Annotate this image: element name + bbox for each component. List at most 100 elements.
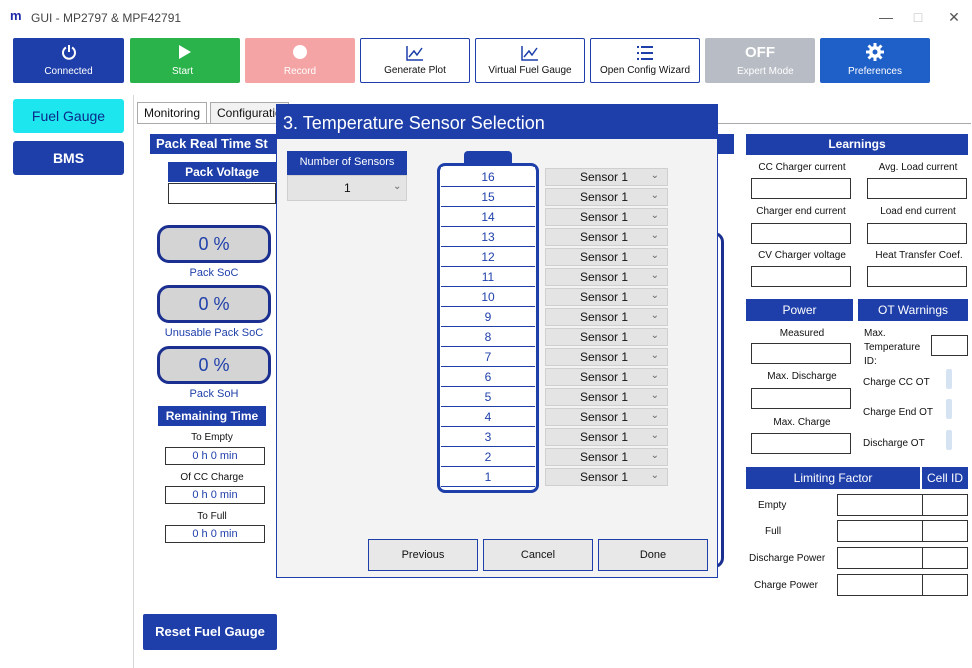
charge-power-label: Charge Power <box>754 580 818 591</box>
charger-end-current-label: Charger end current <box>756 206 846 217</box>
open-config-wizard-label: Open Config Wizard <box>599 65 691 76</box>
cell-id-header: Cell ID <box>922 467 968 489</box>
max-temp-label-2: Temperature <box>864 342 921 353</box>
max-discharge-field <box>751 388 851 409</box>
sensor-select[interactable]: Sensor 1 ⌄ <box>545 408 668 426</box>
expert-mode-toggle[interactable]: OFF Expert Mode <box>705 38 815 83</box>
chevron-down-icon: ⌄ <box>650 330 659 341</box>
virtual-fuel-gauge-button[interactable]: Virtual Fuel Gauge <box>475 38 585 83</box>
sidebar-item-fuel-gauge[interactable]: Fuel Gauge <box>13 99 124 133</box>
start-button[interactable]: Start <box>130 38 240 83</box>
warning-icon <box>946 399 952 419</box>
max-discharge-label: Max. Discharge <box>767 371 837 382</box>
sensor-row-label: 12 <box>441 247 535 267</box>
sensor-select[interactable]: Sensor 1 ⌄ <box>545 388 668 406</box>
charge-power-factor-field <box>837 574 923 596</box>
preferences-label: Preferences <box>848 66 902 77</box>
list-icon <box>591 44 699 62</box>
charger-end-current-field <box>751 223 851 244</box>
chevron-down-icon: ⌄ <box>650 450 659 461</box>
measured-field <box>751 343 851 364</box>
discharge-power-factor-field <box>837 547 923 569</box>
pack-soh-value: 0 % <box>157 346 271 384</box>
warning-icon <box>946 369 952 389</box>
sensor-select[interactable]: Sensor 1 ⌄ <box>545 428 668 446</box>
sensor-select[interactable]: Sensor 1 ⌄ <box>545 188 668 206</box>
sensor-select[interactable]: Sensor 1 ⌄ <box>545 268 668 286</box>
chevron-down-icon: ⌄ <box>650 430 659 441</box>
sensor-select-value: Sensor 1 <box>580 410 629 424</box>
sensor-select[interactable]: Sensor 1 ⌄ <box>545 328 668 346</box>
sensor-select-value: Sensor 1 <box>580 450 629 464</box>
chevron-down-icon: ⌄ <box>650 250 659 261</box>
sensor-select-value: Sensor 1 <box>580 350 629 364</box>
done-button[interactable]: Done <box>598 539 708 571</box>
cv-charger-voltage-field <box>751 266 851 287</box>
max-charge-field <box>751 433 851 454</box>
power-header: Power <box>746 299 853 321</box>
sensor-select[interactable]: Sensor 1 ⌄ <box>545 468 668 486</box>
of-cc-charge-label: Of CC Charge <box>180 472 244 483</box>
sensor-select-value: Sensor 1 <box>580 170 629 184</box>
sensor-select[interactable]: Sensor 1 ⌄ <box>545 208 668 226</box>
unusable-soc-label: Unusable Pack SoC <box>164 327 264 339</box>
chart-icon <box>361 44 469 62</box>
sensor-select[interactable]: Sensor 1 ⌄ <box>545 308 668 326</box>
generate-plot-button[interactable]: Generate Plot <box>360 38 470 83</box>
preferences-button[interactable]: Preferences <box>820 38 930 83</box>
sensor-row-label: 2 <box>441 447 535 467</box>
ot-warnings-header: OT Warnings <box>858 299 968 321</box>
heat-transfer-field <box>867 266 967 287</box>
sensor-select[interactable]: Sensor 1 ⌄ <box>545 368 668 386</box>
cv-charger-voltage-label: CV Charger voltage <box>758 250 846 261</box>
play-icon <box>130 43 240 61</box>
chart-icon <box>476 44 584 62</box>
sensor-row-label: 9 <box>441 307 535 327</box>
sensor-select[interactable]: Sensor 1 ⌄ <box>545 248 668 266</box>
power-icon <box>13 43 124 61</box>
pack-voltage-field <box>168 183 276 204</box>
cancel-button[interactable]: Cancel <box>483 539 593 571</box>
number-of-sensors-select[interactable]: 1 ⌄ <box>287 175 407 201</box>
tab-monitoring[interactable]: Monitoring <box>137 102 208 124</box>
sensor-select[interactable]: Sensor 1 ⌄ <box>545 288 668 306</box>
empty-label: Empty <box>758 500 787 511</box>
limiting-factor-header: Limiting Factor <box>746 467 920 489</box>
sensor-select[interactable]: Sensor 1 ⌄ <box>545 168 668 186</box>
chevron-down-icon: ⌄ <box>650 210 659 221</box>
maximize-button[interactable]: □ <box>904 6 932 28</box>
temperature-sensor-dialog: 3. Temperature Sensor Selection Number o… <box>276 104 718 578</box>
record-button[interactable]: Record <box>245 38 355 83</box>
load-end-current-field <box>867 223 967 244</box>
charge-power-cell-field <box>922 574 968 596</box>
sensor-select-value: Sensor 1 <box>580 330 629 344</box>
sensor-select[interactable]: Sensor 1 ⌄ <box>545 348 668 366</box>
chevron-down-icon: ⌄ <box>650 270 659 281</box>
open-config-wizard-button[interactable]: Open Config Wizard <box>590 38 700 83</box>
previous-button[interactable]: Previous <box>368 539 478 571</box>
record-label: Record <box>283 66 317 77</box>
sensor-select[interactable]: Sensor 1 ⌄ <box>545 448 668 466</box>
load-end-current-label: Load end current <box>880 206 956 217</box>
sidebar-item-bms[interactable]: BMS <box>13 141 124 175</box>
sensor-select-value: Sensor 1 <box>580 270 629 284</box>
chevron-down-icon: ⌄ <box>650 290 659 301</box>
chevron-down-icon: ⌄ <box>650 230 659 241</box>
empty-cell-field <box>922 494 968 516</box>
sensor-select-value: Sensor 1 <box>580 310 629 324</box>
pack-real-time-header: Pack Real Time St <box>150 134 276 154</box>
discharge-ot-label: Discharge OT <box>863 438 925 449</box>
minimize-button[interactable]: — <box>872 6 900 28</box>
connected-button[interactable]: Connected <box>13 38 124 83</box>
expert-off-label: OFF <box>745 43 775 61</box>
max-charge-label: Max. Charge <box>773 417 831 428</box>
reset-fuel-gauge-button[interactable]: Reset Fuel Gauge <box>143 614 277 650</box>
sensor-select-value: Sensor 1 <box>580 430 629 444</box>
sensor-select-value: Sensor 1 <box>580 190 629 204</box>
sensor-row-label: 1 <box>441 467 535 487</box>
pack-soc-value: 0 % <box>157 225 271 263</box>
charge-cc-ot-label: Charge CC OT <box>863 377 930 388</box>
sensor-row-label: 4 <box>441 407 535 427</box>
sensor-select[interactable]: Sensor 1 ⌄ <box>545 228 668 246</box>
close-button[interactable]: ✕ <box>940 6 968 28</box>
